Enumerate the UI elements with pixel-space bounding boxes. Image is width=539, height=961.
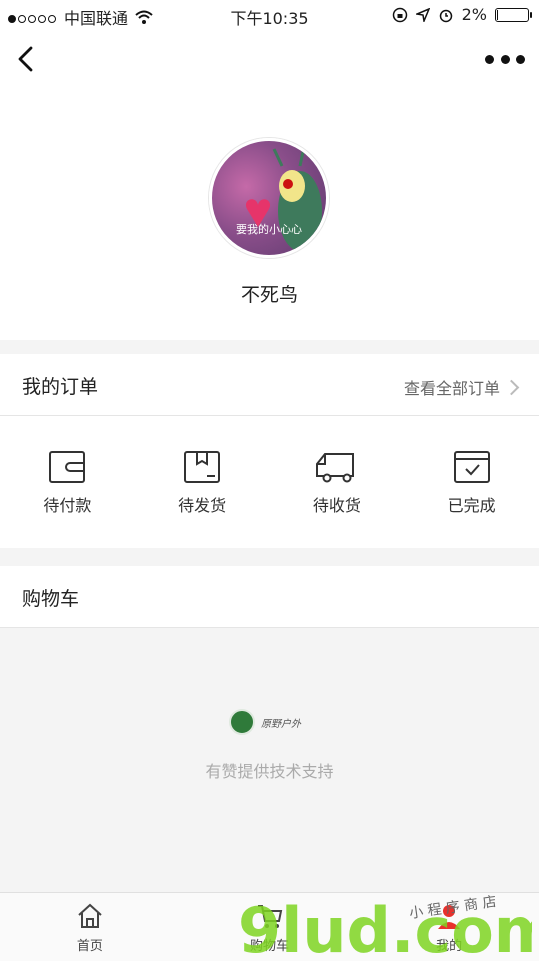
- cart-icon: [257, 905, 282, 928]
- tech-support-text: 有赞提供技术支持: [205, 762, 334, 781]
- battery-icon: [495, 7, 532, 22]
- status-right: 2%: [392, 5, 532, 24]
- battery-percent: 2%: [461, 5, 487, 24]
- view-all-orders-label: 查看全部订单: [403, 379, 500, 398]
- location-icon: [415, 7, 430, 22]
- avatar[interactable]: 要我的小心心: [209, 138, 329, 258]
- username: 不死鸟: [240, 284, 298, 306]
- wallet-icon: [49, 451, 86, 483]
- tab-label: 首页: [76, 939, 103, 954]
- cart-section[interactable]: 购物车: [0, 566, 539, 628]
- shop-logo: 原野户外: [229, 707, 309, 737]
- order-status-list: 待付款 待发货 待收货 已完成: [0, 416, 539, 548]
- tab-me[interactable]: 我的: [359, 893, 539, 961]
- tab-bar: 首页 购物车 我的: [0, 892, 539, 961]
- avatar-caption: 要我的小心心: [236, 223, 302, 236]
- nav-bar: [0, 30, 539, 90]
- tab-label: 购物车: [250, 939, 290, 954]
- order-status-label: 待收货: [312, 496, 361, 515]
- shop-logo-text: 原野户外: [261, 718, 301, 730]
- check-box-icon: [453, 451, 490, 483]
- truck-icon: [315, 453, 354, 483]
- package-icon: [184, 451, 221, 483]
- order-status-label: 待发货: [178, 496, 227, 515]
- order-status-pending-shipment[interactable]: 待发货: [135, 416, 270, 548]
- orders-header: 我的订单 查看全部订单: [0, 354, 539, 416]
- order-status-label: 待付款: [43, 496, 92, 515]
- shop-logo-badge-icon: [229, 709, 255, 735]
- chevron-right-icon: [503, 379, 520, 395]
- tab-cart[interactable]: 购物车: [180, 893, 360, 961]
- view-all-orders-link[interactable]: 查看全部订单: [403, 375, 520, 399]
- orders-title: 我的订单: [22, 376, 99, 398]
- home-icon: [78, 903, 102, 928]
- alarm-icon: [439, 9, 452, 22]
- chevron-left-icon[interactable]: [12, 44, 42, 74]
- more-dots-icon[interactable]: [485, 48, 525, 70]
- status-bar: 中国联通 下午10:35 2%: [0, 0, 539, 30]
- avatar-character-image: [245, 146, 322, 251]
- cart-title: 购物车: [22, 588, 80, 610]
- rotation-lock-icon: [392, 7, 407, 22]
- tab-home[interactable]: 首页: [0, 893, 180, 961]
- profile-section: 要我的小心心 不死鸟: [0, 90, 539, 340]
- tab-label: 我的: [436, 939, 463, 954]
- order-status-completed[interactable]: 已完成: [404, 416, 539, 548]
- user-icon: [438, 905, 461, 929]
- orders-section: 我的订单 查看全部订单 待付款 待发货 待收货 已完成: [0, 354, 539, 548]
- order-status-pending-receipt[interactable]: 待收货: [270, 416, 405, 548]
- order-status-label: 已完成: [447, 496, 496, 515]
- order-status-pending-payment[interactable]: 待付款: [0, 416, 135, 548]
